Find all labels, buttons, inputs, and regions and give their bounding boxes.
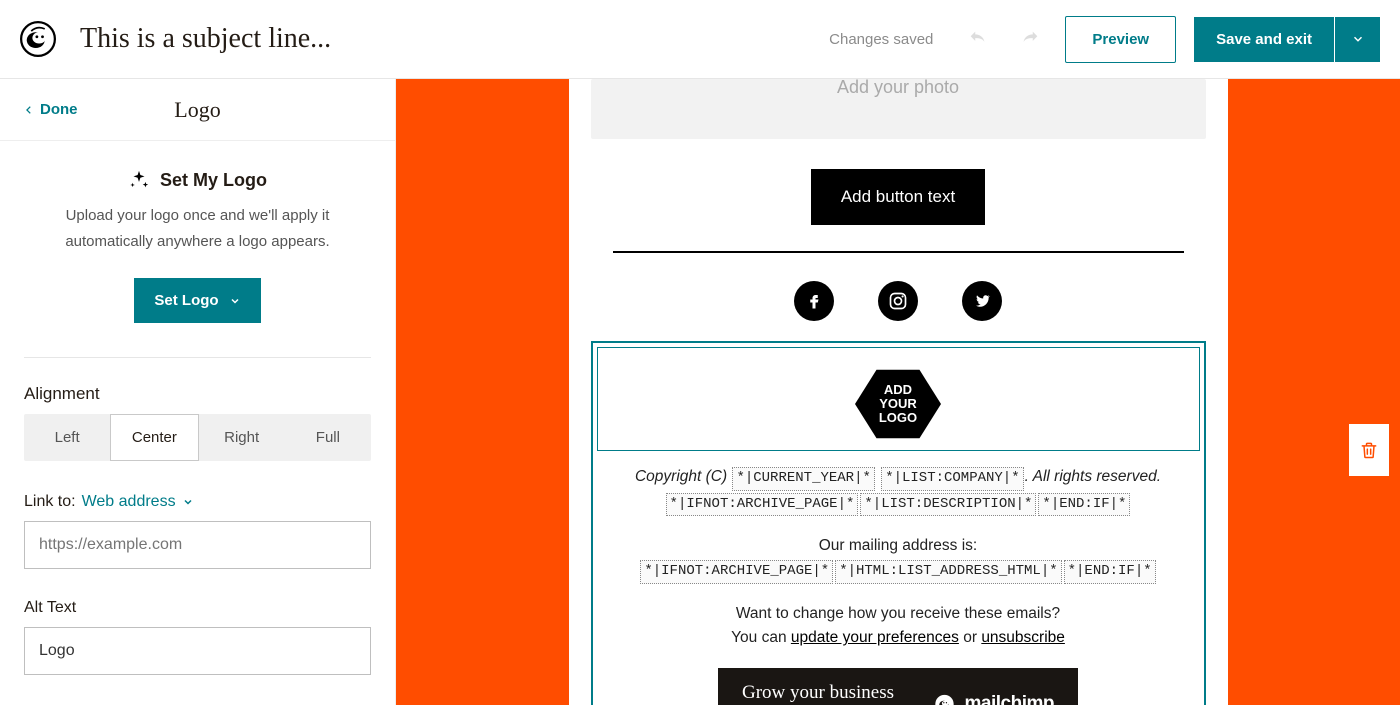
photo-placeholder-block[interactable]: Add your photo [591, 79, 1206, 139]
chevron-down-icon [182, 496, 194, 508]
merge-tag-endif-2[interactable]: *|END:IF|* [1064, 560, 1156, 584]
email-body[interactable]: Add your photo Add button text ADDYOURLO… [569, 79, 1228, 705]
link-type-dropdown[interactable]: Web address [82, 493, 194, 511]
facebook-button[interactable] [794, 281, 834, 321]
cta-button[interactable]: Add button text [811, 169, 985, 225]
chevron-down-icon [1351, 32, 1365, 46]
selected-footer-block[interactable]: ADDYOURLOGO Copyright (C) *|CURRENT_YEAR… [591, 341, 1206, 705]
link-url-input[interactable] [24, 521, 371, 569]
instagram-button[interactable] [878, 281, 918, 321]
merge-tag-address[interactable]: *|HTML:LIST_ADDRESS_HTML|* [835, 560, 1061, 584]
trash-icon [1359, 439, 1379, 461]
set-logo-section: Set My Logo Upload your logo once and we… [24, 169, 371, 323]
social-row [591, 281, 1206, 321]
merge-tag-year[interactable]: *|CURRENT_YEAR|* [732, 467, 874, 491]
properties-sidebar: Done Logo Set My Logo Upload your logo o… [0, 79, 396, 705]
update-preferences-link[interactable]: update your preferences [791, 629, 959, 646]
set-logo-heading-text: Set My Logo [160, 170, 267, 191]
merge-tag-description[interactable]: *|LIST:DESCRIPTION|* [860, 493, 1036, 517]
mailchimp-logo-icon [20, 21, 56, 57]
link-to-row: Link to: Web address [24, 493, 371, 511]
sidebar-header: Done Logo [0, 79, 395, 141]
merge-tag-ifnot-2[interactable]: *|IFNOT:ARCHIVE_PAGE|* [640, 560, 833, 584]
done-button[interactable]: Done [24, 101, 78, 118]
footer-mailing[interactable]: Our mailing address is: *|IFNOT:ARCHIVE_… [597, 534, 1200, 584]
header-actions: Changes saved Preview Save and exit [829, 16, 1380, 63]
align-left[interactable]: Left [24, 414, 110, 461]
alignment-segmented: Left Center Right Full [24, 414, 371, 461]
redo-icon [1019, 28, 1041, 50]
align-center[interactable]: Center [110, 414, 198, 461]
undo-icon [967, 28, 989, 50]
twitter-button[interactable] [962, 281, 1002, 321]
chevron-left-icon [24, 103, 34, 117]
alignment-label: Alignment [24, 384, 371, 404]
grow-brand: mailchimp [965, 693, 1054, 705]
twitter-icon [973, 292, 991, 310]
grow-prefix: Grow your business with [742, 682, 924, 705]
set-logo-heading: Set My Logo [24, 169, 371, 191]
main-layout: Done Logo Set My Logo Upload your logo o… [0, 79, 1400, 705]
link-to-label: Link to: [24, 493, 76, 511]
copyright-prefix: Copyright (C) [635, 468, 731, 485]
mailchimp-badge-icon [934, 693, 955, 705]
merge-tag-endif[interactable]: *|END:IF|* [1038, 493, 1130, 517]
app-header: This is a subject line... Changes saved … [0, 0, 1400, 79]
sidebar-title: Logo [174, 97, 220, 123]
footer-unsub[interactable]: Want to change how you receive these ema… [597, 602, 1200, 650]
logo-placeholder[interactable]: ADDYOURLOGO [855, 366, 941, 442]
chevron-down-icon [229, 295, 241, 307]
merge-tag-ifnot[interactable]: *|IFNOT:ARCHIVE_PAGE|* [666, 493, 859, 517]
done-label: Done [40, 101, 78, 118]
set-logo-button-label: Set Logo [154, 292, 218, 309]
brand-logo [20, 21, 75, 57]
copyright-suffix: . All rights reserved. [1025, 468, 1161, 485]
set-logo-button[interactable]: Set Logo [134, 278, 260, 323]
email-canvas[interactable]: Add your photo Add button text ADDYOURLO… [396, 79, 1400, 705]
or-text: or [959, 629, 981, 646]
align-right[interactable]: Right [199, 414, 285, 461]
undo-button[interactable] [961, 22, 995, 56]
photo-placeholder-text: Add your photo [837, 79, 959, 97]
save-button-group: Save and exit [1194, 17, 1380, 62]
align-full[interactable]: Full [285, 414, 371, 461]
sparkle-icon [128, 169, 150, 191]
facebook-icon [805, 292, 823, 310]
sidebar-body: Set My Logo Upload your logo once and we… [0, 141, 395, 695]
unsubscribe-link[interactable]: unsubscribe [981, 629, 1065, 646]
redo-button[interactable] [1013, 22, 1047, 56]
alt-text-input[interactable] [24, 627, 371, 675]
instagram-icon [888, 291, 908, 311]
link-type-label: Web address [82, 493, 176, 511]
save-status: Changes saved [829, 31, 933, 48]
alt-text-label: Alt Text [24, 599, 371, 617]
save-and-exit-button[interactable]: Save and exit [1194, 17, 1334, 62]
mailchimp-badge[interactable]: Grow your business with mailchimp [718, 668, 1078, 705]
set-logo-description: Upload your logo once and we'll apply it… [24, 203, 371, 254]
email-subject[interactable]: This is a subject line... [75, 23, 829, 55]
delete-block-button[interactable] [1349, 424, 1389, 476]
merge-tag-company[interactable]: *|LIST:COMPANY|* [881, 467, 1023, 491]
change-question: Want to change how you receive these ema… [736, 605, 1060, 622]
footer-copyright[interactable]: Copyright (C) *|CURRENT_YEAR|* *|LIST:CO… [597, 465, 1200, 516]
save-dropdown-button[interactable] [1334, 17, 1380, 62]
mailing-label: Our mailing address is: [819, 537, 978, 554]
divider [24, 357, 371, 358]
logo-block[interactable]: ADDYOURLOGO [597, 347, 1200, 451]
you-can-text: You can [731, 629, 791, 646]
preview-button[interactable]: Preview [1065, 16, 1176, 63]
horizontal-rule [613, 251, 1184, 253]
